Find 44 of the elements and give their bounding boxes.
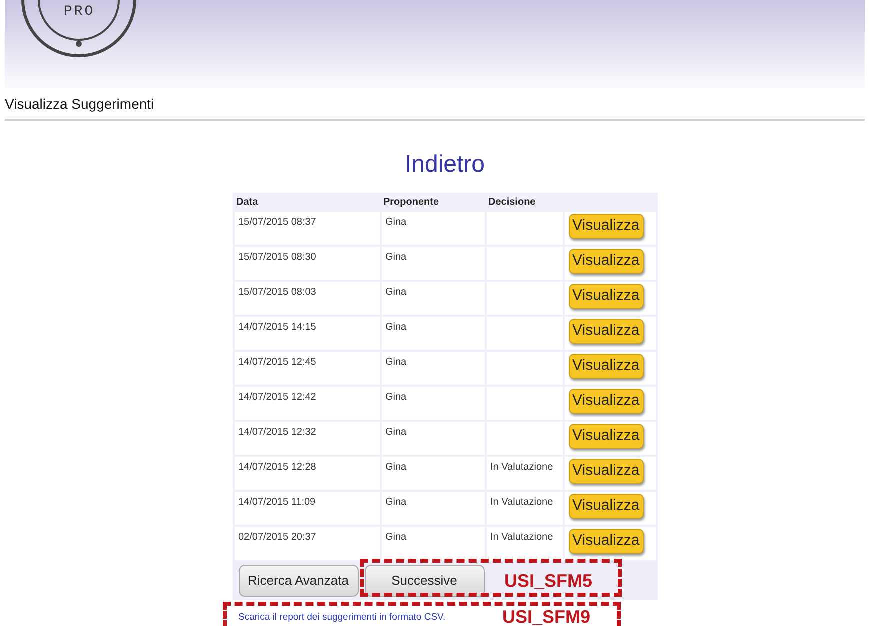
back-link[interactable]: Indietro (404, 151, 486, 178)
table-cell: Gina (382, 527, 484, 560)
annotation-label: USI_SFM5 (504, 570, 593, 593)
table-cell: Gina (382, 247, 484, 280)
table-cell: 14/07/2015 14:15 (234, 317, 380, 350)
table-cell: Gina (382, 352, 484, 385)
column-header: Data (236, 196, 260, 210)
advanced-search-button[interactable]: Ricerca Avanzata (238, 565, 358, 597)
view-button[interactable]: Visualizza (568, 284, 644, 309)
table-cell: 14/07/2015 12:28 (234, 457, 380, 490)
table-cell: 15/07/2015 08:30 (234, 247, 380, 280)
table-cell: Gina (382, 422, 484, 455)
csv-download-link[interactable]: Scarica il report dei suggerimenti in formato CSV. (238, 612, 446, 623)
view-button[interactable]: Visualizza (568, 529, 644, 554)
table-cell: Gina (382, 212, 484, 245)
table-cell: 14/07/2015 12:42 (234, 387, 380, 420)
view-button[interactable]: Visualizza (568, 494, 644, 519)
table-cell: 14/07/2015 12:45 (234, 352, 380, 385)
table-cell: Gina (382, 282, 484, 315)
table-cell: 15/07/2015 08:37 (234, 212, 380, 245)
column-header: Decisione (488, 196, 537, 210)
table-cell: Gina (382, 492, 484, 525)
view-button[interactable]: Visualizza (568, 424, 644, 449)
view-button[interactable]: Visualizza (568, 319, 644, 344)
table-cell: 14/07/2015 11:09 (234, 492, 380, 525)
table-cell: 15/07/2015 08:03 (234, 282, 380, 315)
column-header: Proponente (382, 196, 440, 210)
logo-text: PRO (64, 3, 96, 22)
page-title: Visualizza Suggerimenti (5, 95, 156, 114)
view-button[interactable]: Visualizza (568, 389, 644, 414)
table-cell: Gina (382, 387, 484, 420)
annotation-label: USI_SFM9 (502, 606, 591, 626)
view-button[interactable]: Visualizza (568, 214, 644, 239)
table-cell: Gina (382, 317, 484, 350)
table-cell: Gina (382, 457, 484, 490)
table-cell: In Valutazione (486, 527, 562, 560)
table-cell: 02/07/2015 20:37 (234, 527, 380, 560)
view-button[interactable]: Visualizza (568, 249, 644, 274)
table-cell: In Valutazione (486, 492, 562, 525)
view-button[interactable]: Visualizza (568, 459, 644, 484)
table-cell: 14/07/2015 12:32 (234, 422, 380, 455)
view-button[interactable]: Visualizza (568, 354, 644, 379)
table-cell: In Valutazione (486, 457, 562, 490)
next-button[interactable]: Successive (364, 565, 484, 597)
